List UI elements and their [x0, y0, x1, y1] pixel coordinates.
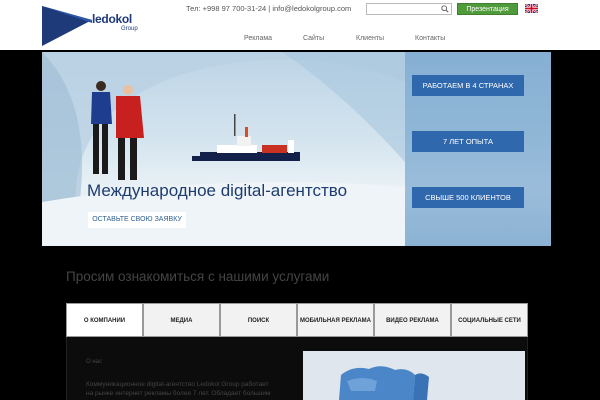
uk-flag-icon[interactable]: [525, 4, 538, 13]
search-icon[interactable]: [441, 5, 449, 13]
stats-panel: РАБОТАЕМ В 4 СТРАНАХ 7 ЛЕТ ОПЫТА СВЫШЕ 5…: [405, 52, 551, 246]
about-heading: О нас: [86, 359, 102, 365]
stat-clients-button[interactable]: СВЫШЕ 500 КЛИЕНТОВ: [412, 187, 524, 208]
tab-about[interactable]: О КОМПАНИИ: [66, 303, 143, 337]
contact-info: Тел: +998 97 700-31-24 | info@ledokolgro…: [186, 4, 352, 13]
logo-wordmark: ledokol: [92, 12, 132, 26]
tab-mobile-ads[interactable]: МОБИЛЬНАЯ РЕКЛАМА: [297, 303, 374, 337]
hero-banner: Международное digital-агентство ОСТАВЬТЕ…: [42, 52, 551, 246]
logo[interactable]: ledokol Group: [42, 6, 162, 46]
map-image: [303, 351, 525, 400]
tab-media[interactable]: МЕДИА: [143, 303, 220, 337]
page: ledokol Group Тел: +998 97 700-31-24 | i…: [0, 0, 600, 400]
hero-title: Международное digital-агентство: [87, 181, 348, 200]
nav-item-advertising[interactable]: Реклама: [244, 35, 272, 42]
leave-request-button[interactable]: ОСТАВЬТЕ СВОЮ ЗАЯВКУ: [88, 212, 186, 228]
tab-social[interactable]: СОЦИАЛЬНЫЕ СЕТИ: [451, 303, 528, 337]
tab-search[interactable]: ПОИСК: [220, 303, 297, 337]
nav-item-contacts[interactable]: Контакты: [415, 35, 445, 42]
stat-countries-button[interactable]: РАБОТАЕМ В 4 СТРАНАХ: [412, 75, 524, 96]
about-text: Коммуникационное digital-агентство Ledok…: [86, 381, 271, 400]
tab-video-ads[interactable]: ВИДЕО РЕКЛАМА: [374, 303, 451, 337]
nav-item-clients[interactable]: Клиенты: [356, 35, 384, 42]
map-illustration: [339, 366, 429, 400]
ship-illustration: [192, 114, 300, 161]
stat-experience-button[interactable]: 7 ЛЕТ ОПЫТА: [412, 131, 524, 152]
services-tabs: О КОМПАНИИ МЕДИА ПОИСК МОБИЛЬНАЯ РЕКЛАМА…: [66, 303, 528, 337]
nav-item-sites[interactable]: Сайты: [303, 35, 324, 42]
tab-content: О нас Коммуникационное digital-агентство…: [66, 337, 528, 400]
presentation-button[interactable]: Презентация: [457, 3, 518, 15]
logo-subtitle: Group: [121, 26, 138, 32]
services-heading: Просим ознакомиться с нашими услугами: [66, 269, 330, 284]
search-input[interactable]: [366, 3, 452, 15]
header: ledokol Group Тел: +998 97 700-31-24 | i…: [0, 0, 600, 50]
